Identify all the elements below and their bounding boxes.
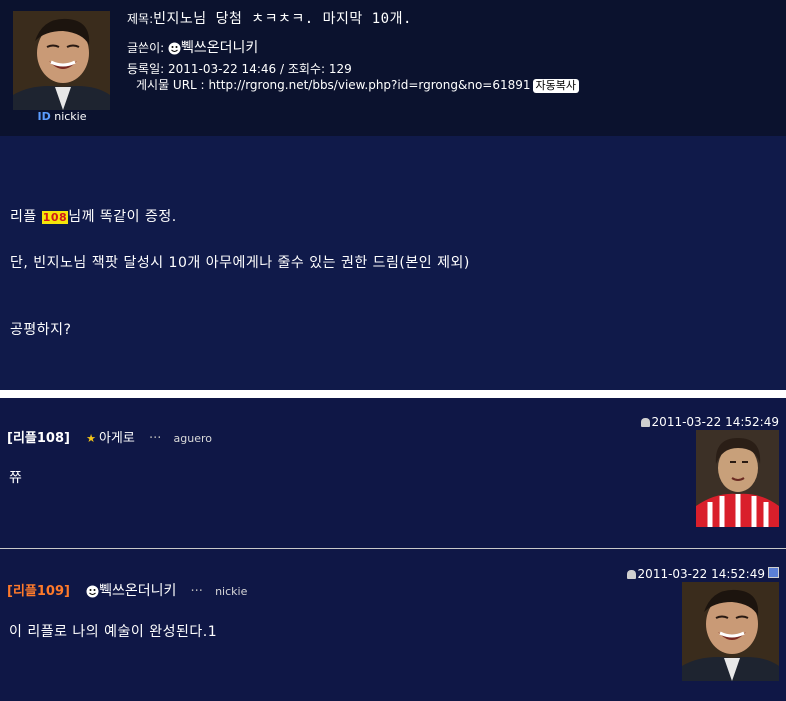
post-date: 2011-03-22 14:46 <box>168 62 277 76</box>
url-label: 게시물 URL : <box>136 78 205 92</box>
views-label: 조회수: <box>287 62 326 76</box>
view-count: 129 <box>328 62 352 76</box>
body-line-2: 단, 빈지노님 잭팟 달성시 10개 아무에게나 줄수 있는 권한 드림(본인 … <box>10 255 470 271</box>
post-body: 리플 108님께 똑같이 증정. 단, 빈지노님 잭팟 달성시 10개 아무에게… <box>0 136 786 390</box>
body-line-3: 공평하지? <box>10 322 72 338</box>
smiley-icon <box>86 585 99 598</box>
comment-user-id: aguero <box>173 432 213 445</box>
id-tag: ID <box>37 110 51 123</box>
bell-icon <box>626 570 636 579</box>
comment-text: 이 리플로 나의 예술이 완성된다.1 <box>9 624 218 640</box>
comment-header: [리플108] ★ 아게로 ··· aguero <box>7 427 212 446</box>
comment-number: [리플109] <box>7 584 70 599</box>
date-row: 등록일: 2011-03-22 14:46 / 조회수: 129 <box>127 60 352 77</box>
copy-url-button[interactable]: 자동복사 <box>532 79 580 93</box>
comment-date-line: 2011-03-22 14:52:49 <box>640 415 779 429</box>
comment-item: 2011-03-22 14:52:49 [리플109] 쀅쓰온더니키 ··· n… <box>0 549 786 701</box>
comment-date: 2011-03-22 14:52:49 <box>637 567 765 581</box>
highlight-reply-number: 108 <box>41 211 69 224</box>
window-icon[interactable] <box>768 567 779 578</box>
author-avatar[interactable] <box>13 11 110 110</box>
title-label: 제목: <box>127 12 154 26</box>
comment-nick[interactable]: 아게로 <box>99 431 135 446</box>
title-row: 제목:빈지노님 당첨 ㅊㅋㅊㅋ. 마지막 10개. <box>127 8 412 28</box>
comment-nick[interactable]: 쀅쓰온더니키 <box>99 583 176 599</box>
author-row: 글쓴이: 쀅쓰온더니키 <box>127 37 258 57</box>
post-author[interactable]: 쀅쓰온더니키 <box>181 40 258 56</box>
comment-text: 쮸 <box>9 470 23 486</box>
body-text: 님께 똑같이 증정. <box>68 209 177 225</box>
comment-dots: ··· <box>190 584 203 599</box>
comment-item: 2011-03-22 14:52:49 [리플108] ★ 아게로 ··· agu… <box>0 398 786 548</box>
author-label: 글쓴이: <box>127 41 165 55</box>
comment-user-id: nickie <box>215 585 248 598</box>
star-icon: ★ <box>86 432 96 445</box>
date-label: 등록일: <box>127 62 165 76</box>
body-line-1: 리플 108님께 똑같이 증정. <box>10 206 177 226</box>
bell-icon <box>640 418 650 427</box>
body-text: 리플 <box>10 209 42 225</box>
post-header: ID nickie 제목:빈지노님 당첨 ㅊㅋㅊㅋ. 마지막 10개. 글쓴이:… <box>0 0 786 136</box>
comment-dots: ··· <box>149 431 162 446</box>
comment-date-line: 2011-03-22 14:52:49 <box>626 567 779 581</box>
smiley-icon <box>168 42 181 55</box>
post-title: 빈지노님 당첨 ㅊㅋㅊㅋ. 마지막 10개. <box>153 11 412 27</box>
comment-header: [리플109] 쀅쓰온더니키 ··· nickie <box>7 580 247 600</box>
comment-avatar[interactable] <box>682 582 779 681</box>
date-sep: / <box>279 62 285 76</box>
comment-number: [리플108] <box>7 431 70 446</box>
comment-avatar[interactable] <box>696 430 779 527</box>
url-row: 게시물 URL : http://rgrong.net/bbs/view.php… <box>136 76 580 93</box>
divider <box>0 390 786 398</box>
author-id-line: ID nickie <box>0 110 124 123</box>
author-user-id: nickie <box>54 110 87 123</box>
post-url[interactable]: http://rgrong.net/bbs/view.php?id=rgrong… <box>208 78 530 92</box>
comment-date: 2011-03-22 14:52:49 <box>651 415 779 429</box>
